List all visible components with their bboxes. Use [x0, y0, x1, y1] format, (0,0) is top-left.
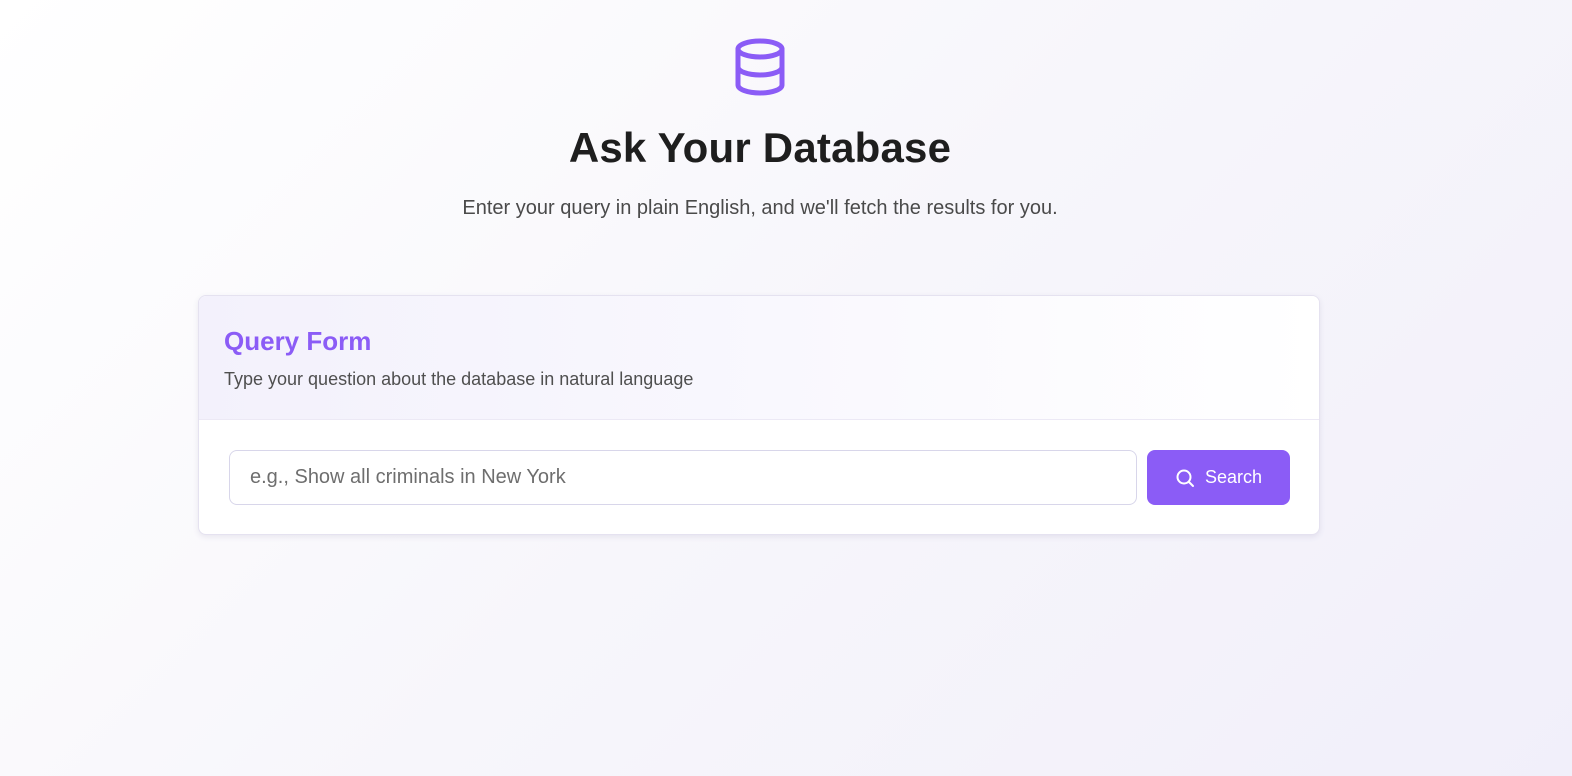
database-icon — [733, 38, 787, 96]
page-title: Ask Your Database — [568, 124, 952, 171]
search-icon — [1175, 468, 1195, 488]
query-form-card: Query Form Type your question about the … — [198, 295, 1320, 535]
query-form-title: Query Form — [224, 326, 372, 356]
search-button[interactable]: Search — [1147, 450, 1290, 505]
page-subtitle: Enter your query in plain English, and w… — [462, 197, 1058, 219]
query-form-description: Type your question about the database in… — [224, 369, 694, 389]
search-button-label: Search — [1204, 467, 1263, 487]
query-form-header: Query Form Type your question about the … — [199, 296, 1319, 420]
search-input[interactable] — [229, 450, 1137, 505]
